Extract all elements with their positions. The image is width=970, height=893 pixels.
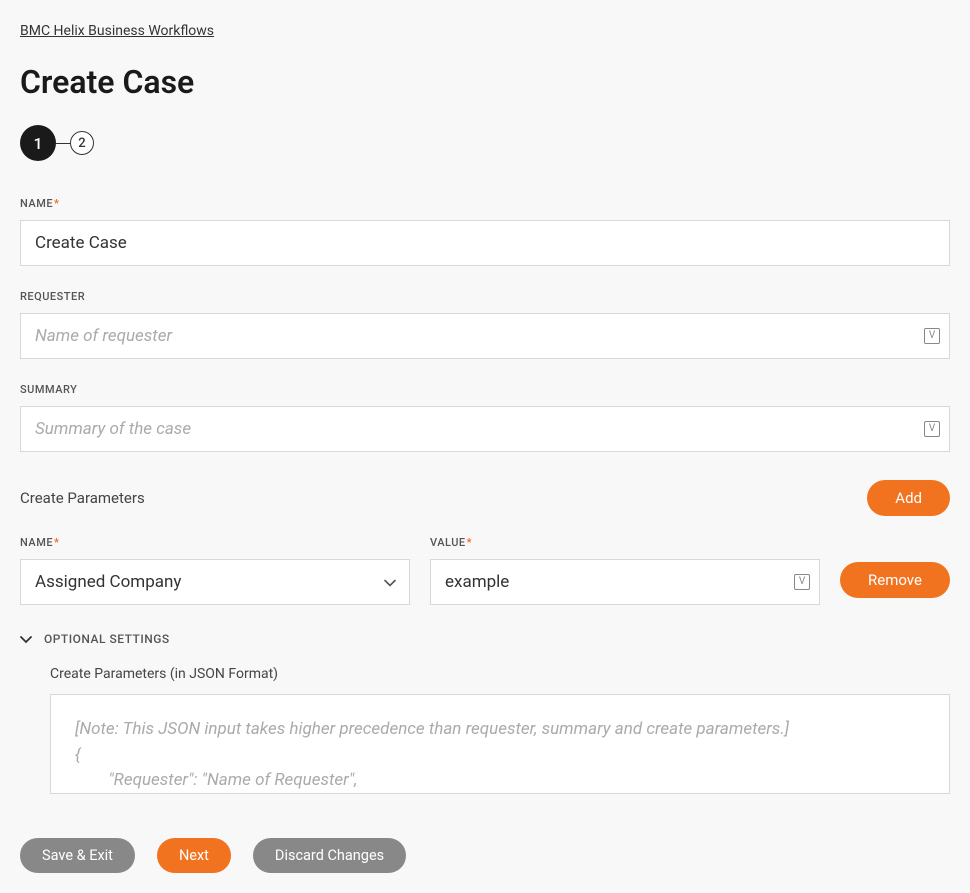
summary-label: SUMMARY (20, 383, 950, 396)
required-asterisk: * (54, 197, 59, 210)
requester-input[interactable] (20, 313, 950, 359)
param-value-label: VALUE* (430, 536, 820, 549)
requester-label: REQUESTER (20, 290, 950, 303)
name-input[interactable] (20, 220, 950, 266)
json-params-label: Create Parameters (in JSON Format) (50, 666, 950, 682)
variable-picker-icon[interactable]: V (924, 328, 940, 344)
optional-settings-label: OPTIONAL SETTINGS (44, 632, 170, 646)
chevron-down-icon (20, 629, 32, 648)
json-params-textarea[interactable] (50, 694, 950, 794)
step-connector (56, 143, 70, 144)
discard-button[interactable]: Discard Changes (253, 838, 406, 873)
create-parameters-heading: Create Parameters (20, 489, 145, 507)
save-exit-button[interactable]: Save & Exit (20, 838, 135, 873)
summary-input[interactable] (20, 406, 950, 452)
step-1[interactable]: 1 (20, 125, 56, 161)
parameter-row: NAME* Assigned Company VALUE* V Remove (20, 536, 950, 605)
remove-button[interactable]: Remove (840, 562, 950, 598)
footer-actions: Save & Exit Next Discard Changes (20, 838, 406, 873)
add-button[interactable]: Add (867, 480, 950, 516)
optional-settings-toggle[interactable]: OPTIONAL SETTINGS (20, 629, 950, 648)
required-asterisk: * (467, 536, 472, 549)
variable-picker-icon[interactable]: V (924, 421, 940, 437)
page-title: Create Case (20, 63, 950, 101)
stepper: 1 2 (20, 125, 950, 161)
param-name-select[interactable]: Assigned Company (20, 559, 410, 605)
next-button[interactable]: Next (157, 838, 231, 873)
step-2[interactable]: 2 (70, 131, 94, 155)
name-label: NAME* (20, 197, 950, 210)
required-asterisk: * (54, 536, 59, 549)
breadcrumb[interactable]: BMC Helix Business Workflows (20, 23, 214, 39)
param-name-label: NAME* (20, 536, 410, 549)
variable-picker-icon[interactable]: V (794, 574, 810, 590)
param-value-input[interactable] (430, 559, 820, 605)
